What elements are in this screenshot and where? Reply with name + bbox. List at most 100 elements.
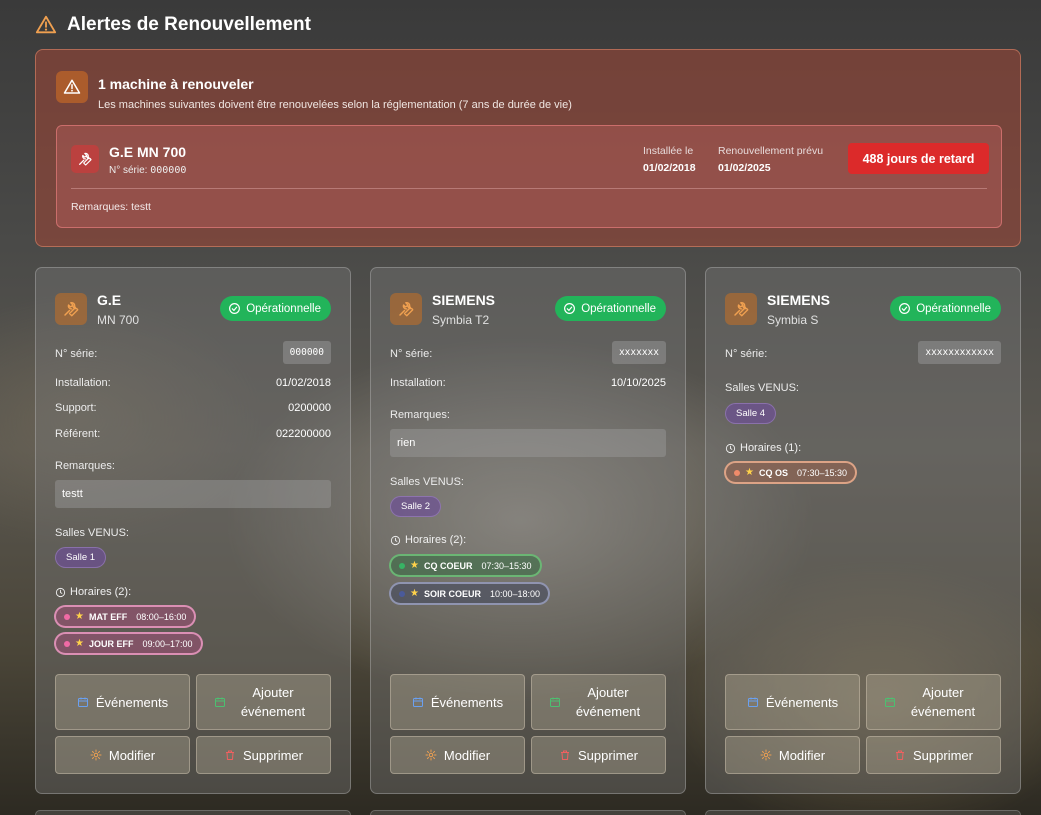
check-circle-icon (564, 303, 576, 314)
serial-value: 000000 (150, 165, 187, 176)
edit-label: Modifier (443, 747, 491, 763)
status-text: Opérationnelle (581, 302, 656, 315)
shift-chip[interactable]: ★ SOIR COEUR 10:00–18:00 (389, 582, 551, 605)
next-card-edge (35, 810, 351, 815)
status-text: Opérationnelle (916, 302, 991, 315)
horaires-label: Horaires (2): (70, 586, 132, 598)
delete-button[interactable]: Supprimer (196, 736, 331, 774)
dot-icon (64, 613, 70, 620)
remarks-label: Remarques: (390, 409, 450, 421)
add-event-label: Ajouter événement (575, 685, 641, 719)
alert-description: Les machines suivantes doivent être reno… (98, 99, 572, 111)
machine-brand: SIEMENS (767, 292, 831, 308)
horaires-title: Horaires (1): (725, 442, 801, 454)
shift-code: SOIR COEUR (423, 588, 481, 599)
edit-button[interactable]: Modifier (725, 736, 860, 774)
salle-chip[interactable]: Salle 2 (390, 496, 442, 517)
horaires-title: Horaires (2): (55, 586, 131, 598)
renewal-date: Renouvellement prévu 01/02/2025 (718, 145, 823, 174)
next-card-edge (370, 810, 686, 815)
events-button[interactable]: Événements (390, 674, 525, 730)
shift-time: 07:30–15:30 (796, 467, 848, 478)
installation-value: 01/02/2018 (275, 377, 331, 389)
page-title: Alertes de Renouvellement (67, 14, 311, 35)
machine-model: Symbia S (767, 313, 819, 327)
referent-value: 022200000 (275, 428, 331, 440)
delete-button[interactable]: Supprimer (866, 736, 1001, 774)
dot-icon (399, 562, 405, 569)
star-icon: ★ (410, 588, 419, 599)
shift-code: CQ OS (758, 467, 788, 478)
delete-button[interactable]: Supprimer (531, 736, 666, 774)
delete-label: Supprimer (243, 747, 303, 763)
alert-machine-item: G.E MN 700 N° série: 000000 Installée le… (56, 125, 1002, 228)
clock-icon (55, 587, 66, 597)
machine-card: G.E MN 700 Opérationnelle N° série: 0000… (35, 267, 351, 794)
machine-card: SIEMENS Symbia T2 Opérationnelle N° séri… (370, 267, 686, 794)
divider (71, 188, 987, 189)
shift-time: 07:30–15:30 (481, 560, 532, 571)
serial-label: N° série: (725, 348, 768, 360)
installed-date: Installée le 01/02/2018 (643, 145, 696, 174)
alert-machine-name: G.E MN 700 (109, 144, 187, 160)
star-icon: ★ (745, 467, 754, 478)
events-button[interactable]: Événements (725, 674, 860, 730)
late-badge: 488 jours de retard (848, 143, 989, 174)
salle-chip[interactable]: Salle 1 (55, 547, 107, 568)
calendar-icon (747, 697, 758, 707)
machine-model: MN 700 (97, 313, 140, 327)
installed-label: Installée le (643, 145, 694, 157)
calendar-plus-icon (550, 697, 560, 707)
star-icon: ★ (410, 560, 419, 571)
calendar-plus-icon (885, 697, 895, 707)
trash-icon (896, 750, 905, 760)
support-value: 0200000 (288, 402, 331, 414)
add-event-label: Ajouter événement (910, 685, 976, 719)
status-badge: Opérationnelle (555, 296, 666, 321)
machine-card: SIEMENS Symbia S Opérationnelle N° série… (705, 267, 1021, 794)
delete-label: Supprimer (913, 747, 973, 763)
add-event-button[interactable]: Ajouter événement (196, 674, 331, 730)
edit-button[interactable]: Modifier (55, 736, 190, 774)
trash-icon (561, 750, 570, 760)
shift-time: 10:00–18:00 (489, 588, 541, 599)
gear-icon (425, 749, 437, 761)
salles-label: Salles VENUS: (390, 476, 464, 488)
serial-value: 000000 (282, 341, 331, 364)
add-event-button[interactable]: Ajouter événement (866, 674, 1001, 730)
shift-time: 09:00–17:00 (142, 638, 193, 649)
renewal-label: Renouvellement prévu (718, 145, 824, 157)
alert-title: 1 machine à renouveler (98, 76, 254, 92)
salles-label: Salles VENUS: (725, 382, 799, 394)
serial-value: xxxxxxxxxxxx (918, 341, 1001, 364)
calendar-icon (412, 697, 423, 707)
shift-time: 08:00–16:00 (136, 611, 187, 622)
horaires-title: Horaires (2): (390, 534, 466, 546)
shift-chip[interactable]: ★ CQ OS 07:30–15:30 (724, 461, 858, 484)
events-button[interactable]: Événements (55, 674, 190, 730)
gear-icon (90, 749, 102, 761)
shift-chip[interactable]: ★ CQ COEUR 07:30–15:30 (389, 554, 542, 577)
shift-chip[interactable]: ★ JOUR EFF 09:00–17:00 (54, 632, 203, 655)
shift-chip[interactable]: ★ MAT EFF 08:00–16:00 (54, 605, 197, 628)
alert-remarks: Remarques: testt (71, 201, 151, 213)
salle-chip[interactable]: Salle 4 (725, 403, 777, 424)
events-label: Événements (95, 694, 169, 710)
serial-label: N° série: (55, 348, 98, 360)
installed-value: 01/02/2018 (643, 162, 696, 174)
star-icon: ★ (75, 611, 84, 622)
renewal-alert-panel: 1 machine à renouveler Les machines suiv… (35, 49, 1021, 247)
shift-code: CQ COEUR (423, 560, 473, 571)
horaires-label: Horaires (2): (405, 534, 467, 546)
edit-button[interactable]: Modifier (390, 736, 525, 774)
referent-label: Référent: (55, 428, 101, 440)
add-event-button[interactable]: Ajouter événement (531, 674, 666, 730)
delete-label: Supprimer (578, 747, 638, 763)
serial-label: N° série: (390, 348, 433, 360)
horaires-label: Horaires (1): (740, 442, 802, 454)
machine-model: Symbia T2 (432, 313, 490, 327)
clock-icon (390, 535, 401, 545)
edit-label: Modifier (108, 747, 156, 763)
wrench-icon (55, 293, 87, 325)
warning-icon (56, 71, 88, 103)
